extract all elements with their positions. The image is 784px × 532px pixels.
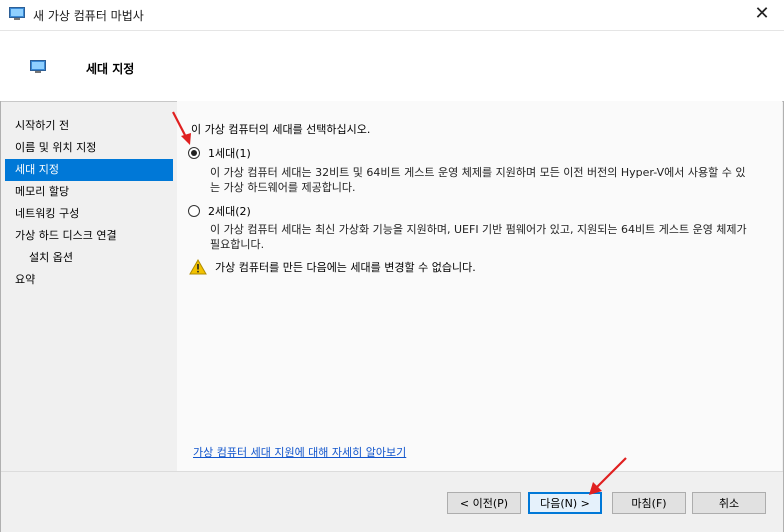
warning-icon: [189, 259, 207, 275]
cancel-button[interactable]: 취소: [692, 492, 766, 514]
nav-item-memory[interactable]: 메모리 할당: [5, 181, 173, 203]
learn-more-link[interactable]: 가상 컴퓨터 세대 지원에 대해 자세히 알아보기: [193, 444, 406, 460]
gen1-label: 1세대(1): [208, 147, 251, 160]
gen1-description: 이 가상 컴퓨터 세대는 32비트 및 64비트 게스트 운영 체제를 지원하며…: [210, 166, 746, 194]
warning-text: 가상 컴퓨터를 만든 다음에는 세대를 변경할 수 없습니다.: [215, 261, 476, 274]
gen1-radio[interactable]: [188, 147, 200, 159]
nav-item-before-you-begin[interactable]: 시작하기 전: [5, 115, 173, 137]
virtual-machine-icon: [30, 60, 46, 73]
footer-divider: [1, 471, 783, 472]
next-button[interactable]: 다음(N) >: [528, 492, 602, 514]
nav-item-generation[interactable]: 세대 지정: [5, 159, 173, 181]
window-border-left: [0, 101, 1, 532]
gen1-option[interactable]: 1세대(1): [188, 145, 251, 161]
previous-button[interactable]: < 이전(P): [447, 492, 521, 514]
content-panel: 이 가상 컴퓨터의 세대를 선택하십시오. 1세대(1) 이 가상 컴퓨터 세대…: [177, 101, 782, 471]
intro-text: 이 가상 컴퓨터의 세대를 선택하십시오.: [191, 123, 371, 136]
nav-item-networking[interactable]: 네트워킹 구성: [5, 203, 173, 225]
title-bar: 새 가상 컴퓨터 마법사 ✕: [0, 0, 784, 31]
gen2-label: 2세대(2): [208, 205, 251, 218]
close-icon[interactable]: ✕: [752, 4, 772, 24]
warning-message: 가상 컴퓨터를 만든 다음에는 세대를 변경할 수 없습니다.: [189, 259, 476, 275]
gen2-radio[interactable]: [188, 205, 200, 217]
wizard-steps-nav: 시작하기 전 이름 및 위치 지정 세대 지정 메모리 할당 네트워킹 구성 가…: [5, 115, 173, 291]
page-title: 세대 지정: [86, 62, 135, 76]
nav-item-virtual-disk[interactable]: 가상 하드 디스크 연결: [5, 225, 173, 247]
nav-item-summary[interactable]: 요약: [5, 269, 173, 291]
nav-item-install-options[interactable]: 설치 옵션: [5, 247, 173, 269]
page-header: 세대 지정: [0, 31, 784, 102]
nav-item-name-location[interactable]: 이름 및 위치 지정: [5, 137, 173, 159]
gen2-option[interactable]: 2세대(2): [188, 203, 251, 219]
window-title: 새 가상 컴퓨터 마법사: [33, 9, 144, 23]
gen2-description: 이 가상 컴퓨터 세대는 최신 가상화 기능을 지원하며, UEFI 기반 펌웨…: [210, 223, 747, 251]
finish-button[interactable]: 마침(F): [612, 492, 686, 514]
virtual-machine-icon: [9, 7, 25, 20]
